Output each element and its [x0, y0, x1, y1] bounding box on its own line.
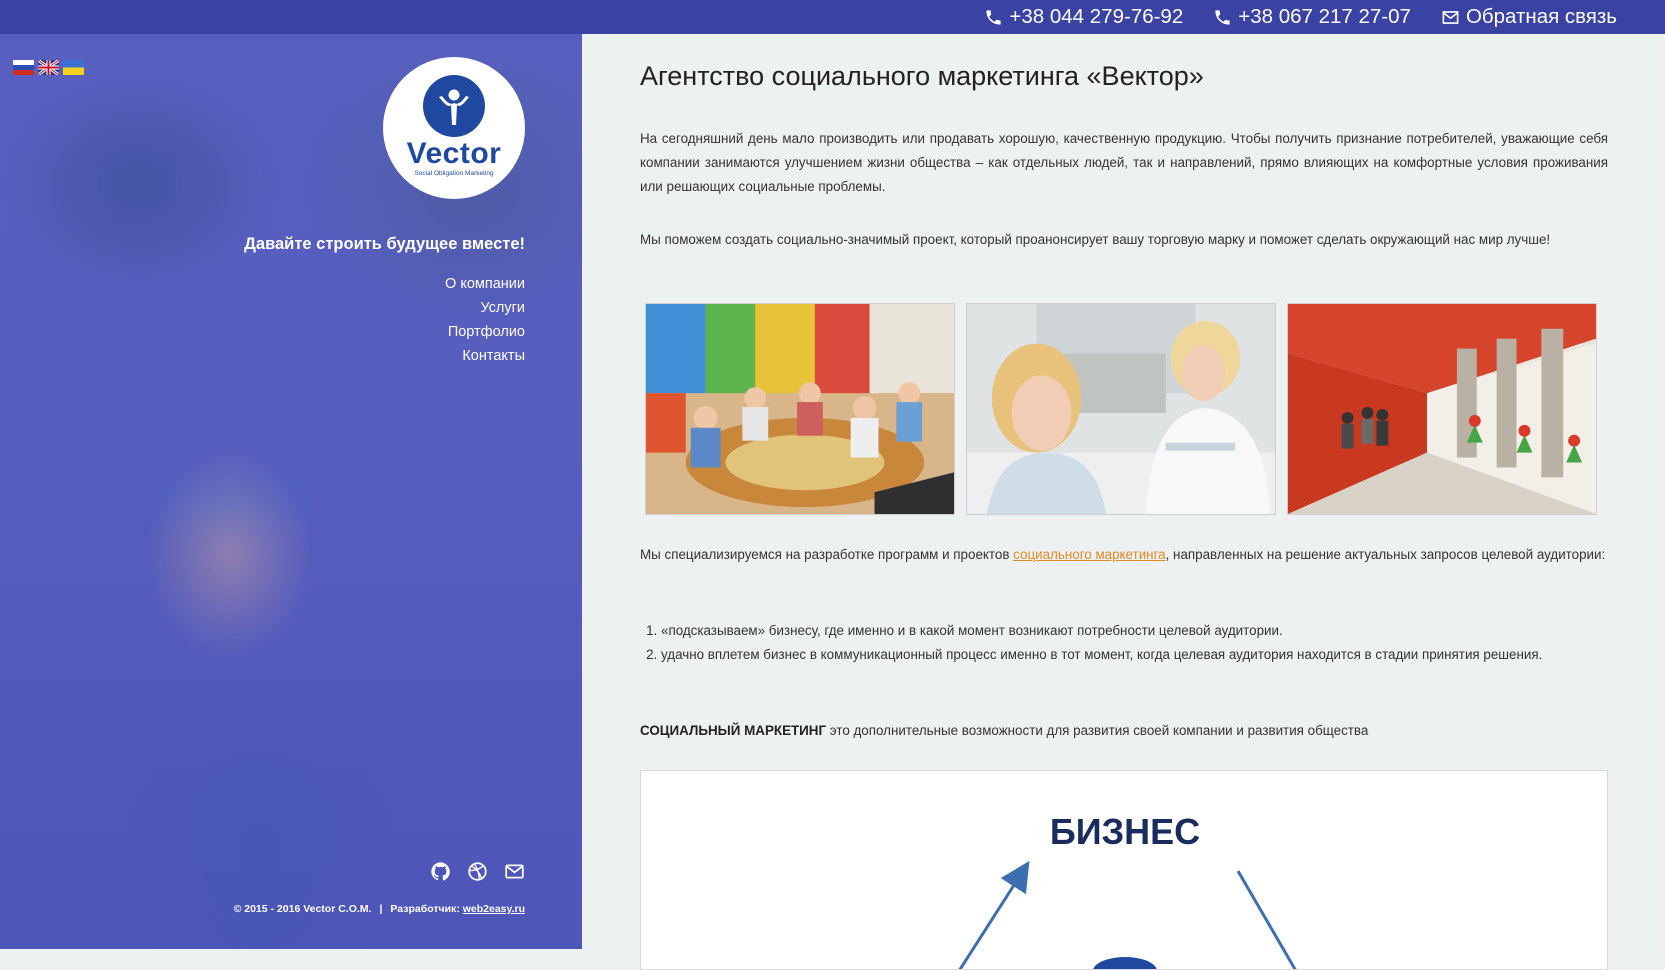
- sidebar: Vector Social Obligation Marketing Давай…: [0, 34, 582, 949]
- scrollbar[interactable]: [1659, 34, 1665, 949]
- vector-logo[interactable]: Vector Social Obligation Marketing: [383, 57, 525, 199]
- flag-ua-icon[interactable]: [63, 60, 84, 75]
- logo-wordmark: Vector: [406, 137, 502, 170]
- specialization-text-end: , направленных на решение актуальных зап…: [1165, 547, 1606, 562]
- flag-en-icon[interactable]: [38, 60, 59, 75]
- language-switcher: [13, 60, 84, 75]
- developer-label: Разработчик:: [390, 903, 460, 915]
- social-marketing-link[interactable]: социального маркетинга: [1013, 547, 1165, 562]
- phone-number-2: +38 067 217 27-07: [1238, 5, 1411, 28]
- logo-emblem-icon: [423, 75, 485, 137]
- phone-link-2[interactable]: +38 067 217 27-07: [1213, 5, 1411, 29]
- diagram-circle: [1093, 957, 1157, 969]
- social-marketing-paragraph: СОЦИАЛЬНЫЙ МАРКЕТИНГ это дополнительные …: [640, 719, 1608, 743]
- specialization-text-start: Мы специализируемся на разработке програ…: [640, 547, 1014, 562]
- services-list: «подсказываем» бизнесу, где именно и в к…: [640, 619, 1629, 667]
- logo-tagline: Social Obligation Marketing: [414, 170, 494, 177]
- social-links: [430, 861, 525, 887]
- diagram-arrow-left: [958, 860, 1030, 969]
- diagram-arrow-right: [1236, 870, 1297, 969]
- flag-ru-icon[interactable]: [13, 60, 34, 75]
- nav-item-contacts[interactable]: Контакты: [445, 344, 525, 368]
- photo-kids-classroom[interactable]: [645, 303, 955, 515]
- feedback-link[interactable]: Обратная связь: [1441, 5, 1617, 29]
- photo-gallery: [645, 303, 1597, 515]
- photo-school-corridor[interactable]: [1287, 303, 1597, 515]
- help-paragraph: Мы поможем создать социально-значимый пр…: [640, 232, 1551, 247]
- mail-icon[interactable]: [504, 861, 525, 887]
- developer-link[interactable]: web2easy.ru: [463, 903, 525, 915]
- nav-item-about[interactable]: О компании: [445, 272, 525, 296]
- list-item: удачно вплетем бизнес в коммуникационный…: [661, 643, 1629, 667]
- dribbble-icon[interactable]: [467, 861, 488, 887]
- phone-icon: [1215, 9, 1230, 25]
- diagram-arrows: [958, 860, 1297, 969]
- nav-item-portfolio[interactable]: Портфолио: [445, 320, 525, 344]
- slogan: Давайте строить будущее вместе!: [244, 235, 525, 253]
- feedback-label: Обратная связь: [1465, 5, 1617, 28]
- sidebar-footer: © 2015 - 2016 Vector C.O.M. | Разработчик:…: [234, 903, 525, 915]
- nav-item-services[interactable]: Услуги: [445, 296, 525, 320]
- footer-separator: |: [379, 903, 383, 915]
- top-bar: +38 044 279-76-92 +38 067 217 27-07 Обра…: [0, 0, 1665, 34]
- photo-doctor-patient[interactable]: [966, 303, 1276, 515]
- envelope-icon: [1442, 10, 1459, 24]
- social-marketing-text: это дополнительные возможности для разви…: [826, 723, 1369, 738]
- business-diagram: БИЗНЕС: [640, 770, 1608, 970]
- phone-icon: [986, 9, 1002, 25]
- github-icon[interactable]: [430, 861, 451, 887]
- specialization-paragraph: Мы специализируемся на разработке програ…: [640, 543, 1608, 567]
- phone-link-1[interactable]: +38 044 279-76-92: [984, 5, 1183, 29]
- contact-links: +38 044 279-76-92 +38 067 217 27-07 Обра…: [984, 0, 1617, 34]
- sidebar-nav: О компании Услуги Портфолио Контакты: [445, 272, 525, 368]
- page-title: Агентство социального маркетинга «Вектор…: [640, 61, 1204, 91]
- list-item: «подсказываем» бизнесу, где именно и в к…: [661, 619, 1629, 643]
- social-marketing-bold: СОЦИАЛЬНЫЙ МАРКЕТИНГ: [640, 723, 827, 738]
- copyright: © 2015 - 2016 Vector C.O.M.: [233, 903, 372, 915]
- phone-number-1: +38 044 279-76-92: [1009, 5, 1184, 28]
- intro-paragraph: На сегодняшний день мало производить или…: [640, 131, 1608, 194]
